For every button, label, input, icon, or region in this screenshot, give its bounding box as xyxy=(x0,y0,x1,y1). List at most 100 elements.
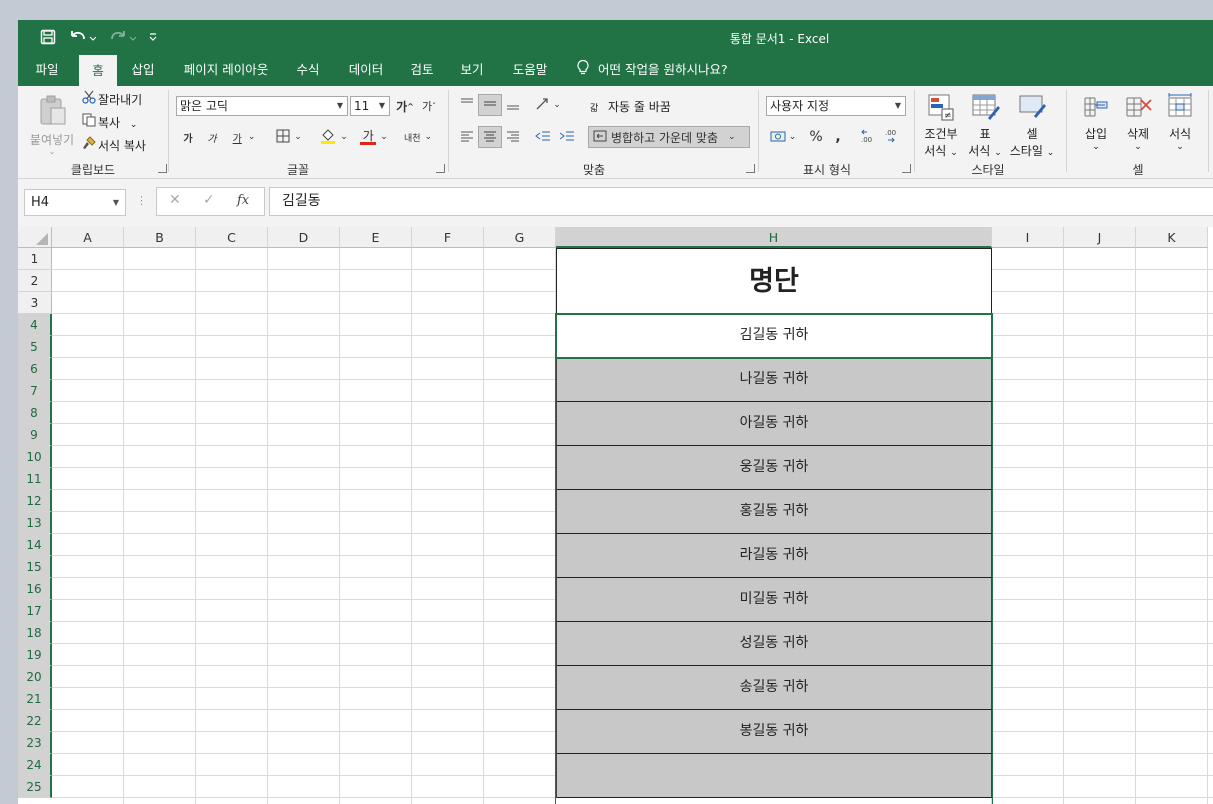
tab-insert[interactable]: 삽입 xyxy=(122,54,164,86)
column-header-f[interactable]: F xyxy=(412,227,484,248)
row-header-12[interactable]: 12 xyxy=(18,490,52,512)
row-header-2[interactable]: 2 xyxy=(18,270,52,292)
tab-file[interactable]: 파일 xyxy=(24,54,70,86)
tab-view[interactable]: 보기 xyxy=(454,54,490,86)
format-as-table-button[interactable]: 표 서식 ⌄ xyxy=(964,92,1006,159)
align-middle-button[interactable] xyxy=(478,94,502,116)
more-options-icon[interactable]: ⋮ xyxy=(136,194,147,207)
row-header-10[interactable]: 10 xyxy=(18,446,52,468)
format-as-table-label-row: 서식 ⌄ xyxy=(964,142,1006,159)
column-header-h[interactable]: H xyxy=(556,227,992,248)
row-header-8[interactable]: 8 xyxy=(18,402,52,424)
fill-color-button[interactable]: ⌄ xyxy=(316,126,352,148)
paste-button[interactable]: 붙여넣기 ⌄ xyxy=(26,92,78,156)
row-header-21[interactable]: 21 xyxy=(18,688,52,710)
row-header-13[interactable]: 13 xyxy=(18,512,52,534)
column-header-e[interactable]: E xyxy=(340,227,412,248)
dialog-launcher-icon[interactable] xyxy=(158,164,167,173)
row-header-16[interactable]: 16 xyxy=(18,578,52,600)
merge-center-button[interactable]: 병합하고 가운데 맞춤 ⌄ xyxy=(588,126,750,148)
increase-decimal-button[interactable]: .00 xyxy=(858,126,880,148)
column-header-i[interactable]: I xyxy=(992,227,1064,248)
row-header-3[interactable]: 3 xyxy=(18,292,52,314)
row-header-7[interactable]: 7 xyxy=(18,380,52,402)
cut-button[interactable]: 잘라내기 xyxy=(82,90,142,108)
insert-cells-button[interactable]: 삽입 ⌄ xyxy=(1076,92,1116,152)
tab-data[interactable]: 데이터 xyxy=(342,54,390,86)
format-cells-label: 서식 xyxy=(1168,127,1192,141)
delete-cells-button[interactable]: 삭제 ⌄ xyxy=(1118,92,1158,152)
row-header-5[interactable]: 5 xyxy=(18,336,52,358)
decrease-indent-button[interactable] xyxy=(532,126,554,148)
comma-button[interactable]: , xyxy=(828,126,848,148)
bold-button[interactable]: 가 xyxy=(178,126,198,148)
shrink-font-button[interactable]: 가ˇ xyxy=(418,95,440,117)
row-header-25[interactable]: 25 xyxy=(18,776,52,798)
dialog-launcher-icon[interactable] xyxy=(746,164,755,173)
column-header-k[interactable]: K xyxy=(1136,227,1208,248)
column-header-a[interactable]: A xyxy=(52,227,124,248)
column-header-c[interactable]: C xyxy=(196,227,268,248)
row-header-9[interactable]: 9 xyxy=(18,424,52,446)
row-header-1[interactable]: 1 xyxy=(18,248,52,270)
name-box[interactable]: H4 ▼ xyxy=(24,189,126,216)
tab-page-layout[interactable]: 페이지 레이아웃 xyxy=(175,54,277,86)
copy-button[interactable]: 복사 ⌄ xyxy=(82,113,137,131)
row-header-4[interactable]: 4 xyxy=(18,314,52,336)
percent-button[interactable]: % xyxy=(806,126,826,148)
align-bottom-button[interactable] xyxy=(502,94,524,116)
align-right-button[interactable] xyxy=(502,126,524,148)
cancel-icon[interactable]: ✕ xyxy=(169,192,181,208)
tell-me-box[interactable]: 어떤 작업을 원하시나요? xyxy=(576,54,746,86)
tab-home[interactable]: 홈 xyxy=(79,55,117,86)
italic-button[interactable]: 가 xyxy=(202,126,222,148)
row-header-14[interactable]: 14 xyxy=(18,534,52,556)
select-all-corner[interactable] xyxy=(18,227,52,248)
merged-title-cell[interactable]: 명단 xyxy=(556,248,992,314)
grow-font-button[interactable]: 가 ^ xyxy=(394,95,416,117)
row-header-18[interactable]: 18 xyxy=(18,622,52,644)
column-header-d[interactable]: D xyxy=(268,227,340,248)
worksheet-grid[interactable]: ABCDEFGHIJK 1 2 3 4 5 6 7 8 9 10 11 12 13 14 15 16 17 18 1… xyxy=(18,227,1213,804)
number-format-select[interactable]: 사용자 지정 ▼ xyxy=(766,96,906,116)
row-header-15[interactable]: 15 xyxy=(18,556,52,578)
underline-button[interactable]: 가 ⌄ xyxy=(226,126,262,148)
phonetic-button[interactable]: 내천 ⌄ xyxy=(400,126,436,148)
orientation-button[interactable]: ⌄ xyxy=(532,94,564,116)
tab-help[interactable]: 도움말 xyxy=(506,54,554,86)
font-size-select[interactable]: 11 ▼ xyxy=(350,96,390,116)
row-header-22[interactable]: 22 xyxy=(18,710,52,732)
font-name-select[interactable]: 맑은 고딕 ▼ xyxy=(176,96,348,116)
formula-input[interactable]: 김길동 xyxy=(269,187,1213,216)
column-header-b[interactable]: B xyxy=(124,227,196,248)
wrap-text-button[interactable]: 갋 자동 줄 바꿈 xyxy=(590,98,671,115)
font-color-button[interactable]: 가 ⌄ xyxy=(356,126,392,148)
borders-button[interactable]: ⌄ xyxy=(272,126,306,148)
row-header-23[interactable]: 23 xyxy=(18,732,52,754)
tab-review[interactable]: 검토 xyxy=(404,54,440,86)
row-header-6[interactable]: 6 xyxy=(18,358,52,380)
align-center-button[interactable] xyxy=(478,126,502,148)
row-header-11[interactable]: 11 xyxy=(18,468,52,490)
row-header-17[interactable]: 17 xyxy=(18,600,52,622)
decrease-decimal-button[interactable]: .00 xyxy=(882,126,904,148)
format-cells-button[interactable]: 서식 ⌄ xyxy=(1160,92,1200,152)
dialog-launcher-icon[interactable] xyxy=(436,164,445,173)
dialog-launcher-icon[interactable] xyxy=(902,164,911,173)
increase-indent-button[interactable] xyxy=(556,126,578,148)
row-header-20[interactable]: 20 xyxy=(18,666,52,688)
format-painter-button[interactable]: 서식 복사 xyxy=(82,136,146,154)
column-header-g[interactable]: G xyxy=(484,227,556,248)
row-header-24[interactable]: 24 xyxy=(18,754,52,776)
column-header-j[interactable]: J xyxy=(1064,227,1136,248)
enter-check-icon[interactable]: ✓ xyxy=(203,192,215,208)
align-top-button[interactable] xyxy=(456,94,478,116)
insert-function-icon[interactable]: fx xyxy=(237,193,249,208)
row-header-19[interactable]: 19 xyxy=(18,644,52,666)
accounting-format-button[interactable]: ⌄ xyxy=(766,126,800,148)
align-left-button[interactable] xyxy=(456,126,478,148)
conditional-formatting-button[interactable]: ≠ 조건부 서식 ⌄ xyxy=(920,92,962,159)
cell-styles-button[interactable]: 셀 스타일 ⌄ xyxy=(1008,92,1056,159)
tab-formulas[interactable]: 수식 xyxy=(290,54,326,86)
chevron-down-icon: ▼ xyxy=(894,101,901,110)
